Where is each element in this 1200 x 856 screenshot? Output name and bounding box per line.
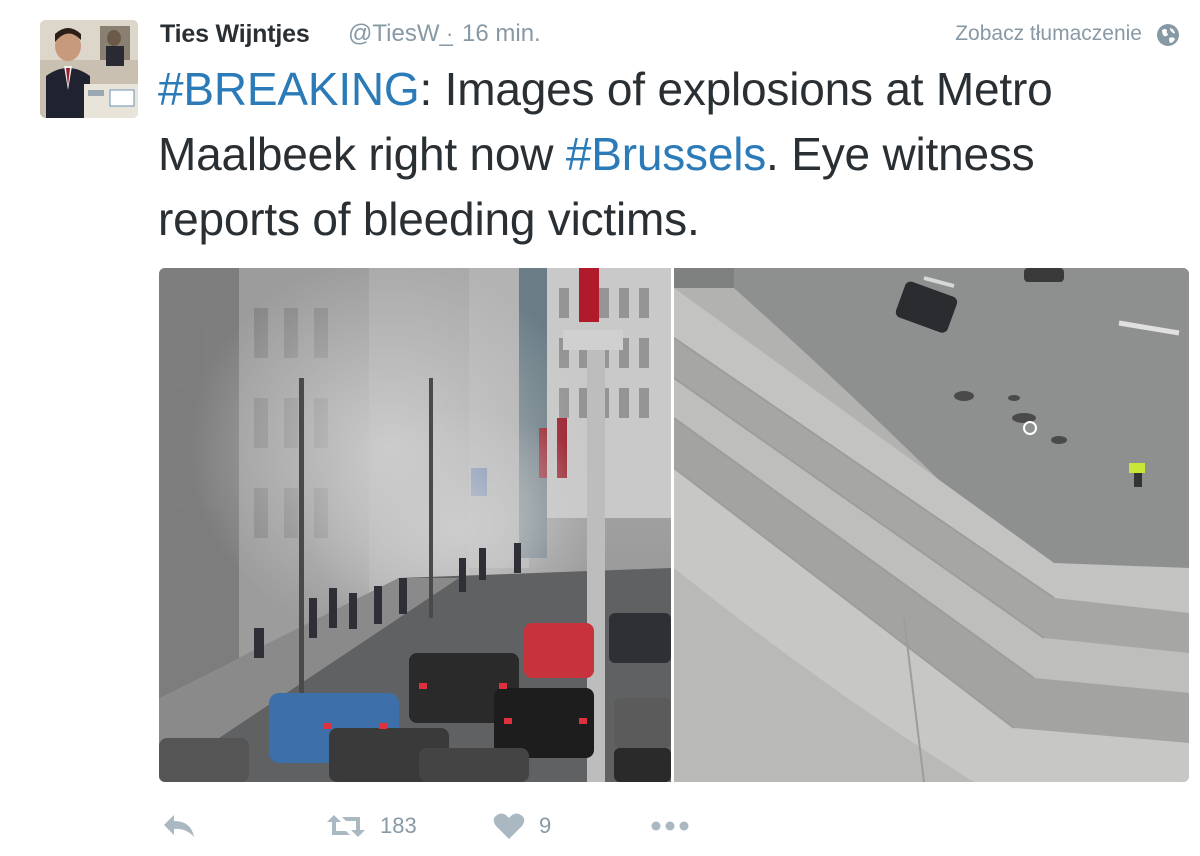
- globe-icon[interactable]: [1156, 23, 1180, 47]
- like-count: 9: [539, 813, 552, 838]
- retweet-count: 183: [380, 813, 417, 838]
- tweet-text: #BREAKING: Images of explosions at Metro…: [158, 57, 1188, 252]
- photo-street-smoke[interactable]: [159, 268, 671, 782]
- like-button[interactable]: 9: [493, 806, 551, 846]
- avatar[interactable]: [40, 20, 138, 118]
- tweet-header: Ties Wijntjes @TiesW_ · 16 min. Zobacz t…: [160, 19, 1190, 49]
- timestamp[interactable]: 16 min.: [462, 19, 541, 49]
- media-grid: [159, 268, 1189, 782]
- street-photo-illustration: [159, 268, 671, 782]
- retweet-icon: [327, 815, 365, 837]
- author-name[interactable]: Ties Wijntjes: [160, 19, 310, 49]
- retweet-button[interactable]: 183: [326, 806, 417, 846]
- tweet-actions: 183 9: [160, 806, 760, 846]
- heart-icon: [493, 813, 525, 839]
- hashtag-breaking[interactable]: #BREAKING: [158, 63, 420, 115]
- tweet: Ties Wijntjes @TiesW_ · 16 min. Zobacz t…: [0, 0, 1200, 856]
- reply-button[interactable]: [162, 806, 196, 846]
- separator-dot: ·: [446, 21, 454, 46]
- more-button[interactable]: [650, 806, 690, 846]
- hashtag-brussels[interactable]: #Brussels: [566, 128, 766, 180]
- avatar-photo: [40, 20, 138, 118]
- reply-icon: [164, 815, 194, 837]
- translate-link[interactable]: Zobacz tłumaczenie: [955, 19, 1142, 49]
- author-handle[interactable]: @TiesW_: [348, 19, 453, 49]
- more-dots-icon: [651, 821, 689, 831]
- steps-photo-illustration: [674, 268, 1189, 782]
- photo-steps-aerial[interactable]: [674, 268, 1189, 782]
